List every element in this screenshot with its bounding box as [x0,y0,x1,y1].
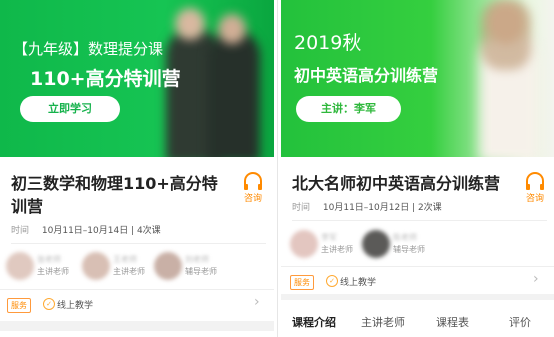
instructor-photo [218,14,246,44]
avatar [6,252,34,280]
teacher-role: 辅导老师 [185,267,217,276]
teacher-role: 主讲老师 [113,267,145,276]
check-circle-icon: ✓ [43,298,55,310]
tab-course-intro[interactable]: 课程介绍 [292,314,336,330]
banner-subtitle: 2019秋 [294,32,362,54]
teacher-name: 王老师 [113,255,137,264]
divider [281,266,554,267]
service-badge: 服务 [290,275,314,290]
teacher-name: 李军 [321,233,337,242]
teacher-role: 主讲老师 [321,245,353,254]
lecturer-button[interactable]: 主讲：李军 [296,96,401,122]
service-text: 线上教学 [57,301,94,311]
course-card-left[interactable]: 【九年级】数理提分课 110+高分特训营 立即学习 初三数学和物理110+高分特… [0,0,274,337]
course-card-right[interactable]: 2019秋 初中英语高分训练营 主讲：李军 北大名师初中英语高分训练营 咨询 时… [281,0,554,337]
avatar [362,230,390,258]
tab-lecturer[interactable]: 主讲老师 [361,314,405,330]
teacher-item[interactable]: 王老师 主讲老师 [82,252,154,282]
course-title: 初三数学和物理110+高分特训营 [11,174,218,216]
service-row[interactable]: 服务 ✓ 线上教学 › [290,271,548,295]
section-gap [0,321,274,331]
service-badge: 服务 [7,298,31,313]
schedule-key: 时间 [292,203,311,213]
instructor-photo [481,0,531,70]
headset-icon [244,172,262,190]
course-schedule: 时间 10月11日–10月14日 | 4次课 [11,223,161,236]
service-row[interactable]: 服务 ✓ 线上教学 › [7,294,265,318]
teacher-role: 主讲老师 [37,267,69,276]
banner-headline: 110+高分特训营 [30,68,181,90]
teacher-item[interactable]: 刘老师 辅导老师 [154,252,244,282]
teacher-item[interactable]: 陈老师 辅导老师 [362,230,440,260]
teacher-role: 辅导老师 [393,245,425,254]
instructor-photo [175,8,205,40]
course-banner[interactable]: 【九年级】数理提分课 110+高分特训营 立即学习 [0,0,274,157]
banner-subtitle: 【九年级】数理提分课 [13,40,164,58]
consult-label: 咨询 [243,194,262,204]
avatar [154,252,182,280]
chevron-right-icon: › [254,294,260,310]
course-banner[interactable]: 2019秋 初中英语高分训练营 主讲：李军 [281,0,554,157]
schedule-value: 10月11日–10月12日 | 2次课 [322,203,442,213]
schedule-key: 时间 [11,226,30,236]
consult-button[interactable]: 咨询 [522,172,548,204]
course-title: 北大名师初中英语高分训练营 [292,174,501,193]
tab-reviews[interactable]: 评价 [509,314,531,330]
tab-schedule[interactable]: 课程表 [436,314,469,330]
schedule-value: 10月11日–10月14日 | 4次课 [41,226,161,236]
headset-icon [526,172,544,190]
divider [11,243,266,244]
banner-headline: 初中英语高分训练营 [294,66,439,85]
teacher-name: 张老师 [37,255,61,264]
avatar [82,252,110,280]
teacher-name: 陈老师 [393,233,417,242]
consult-button[interactable]: 咨询 [240,172,266,204]
teacher-item[interactable]: 李军 主讲老师 [290,230,362,260]
consult-label: 咨询 [525,194,544,204]
panel-divider-line [277,0,278,337]
divider [292,220,547,221]
course-schedule: 时间 10月11日–10月12日 | 2次课 [292,200,442,213]
study-now-button[interactable]: 立即学习 [20,96,120,122]
instructor-photo [208,30,260,157]
chevron-right-icon: › [533,271,539,287]
service-text: 线上教学 [340,278,377,288]
course-tabs: 课程介绍 主讲老师 课程表 评价 [281,300,554,337]
teacher-name: 刘老师 [185,255,209,264]
avatar [290,230,318,258]
check-circle-icon: ✓ [326,275,338,287]
teacher-item[interactable]: 张老师 主讲老师 [6,252,78,282]
divider [0,289,274,290]
